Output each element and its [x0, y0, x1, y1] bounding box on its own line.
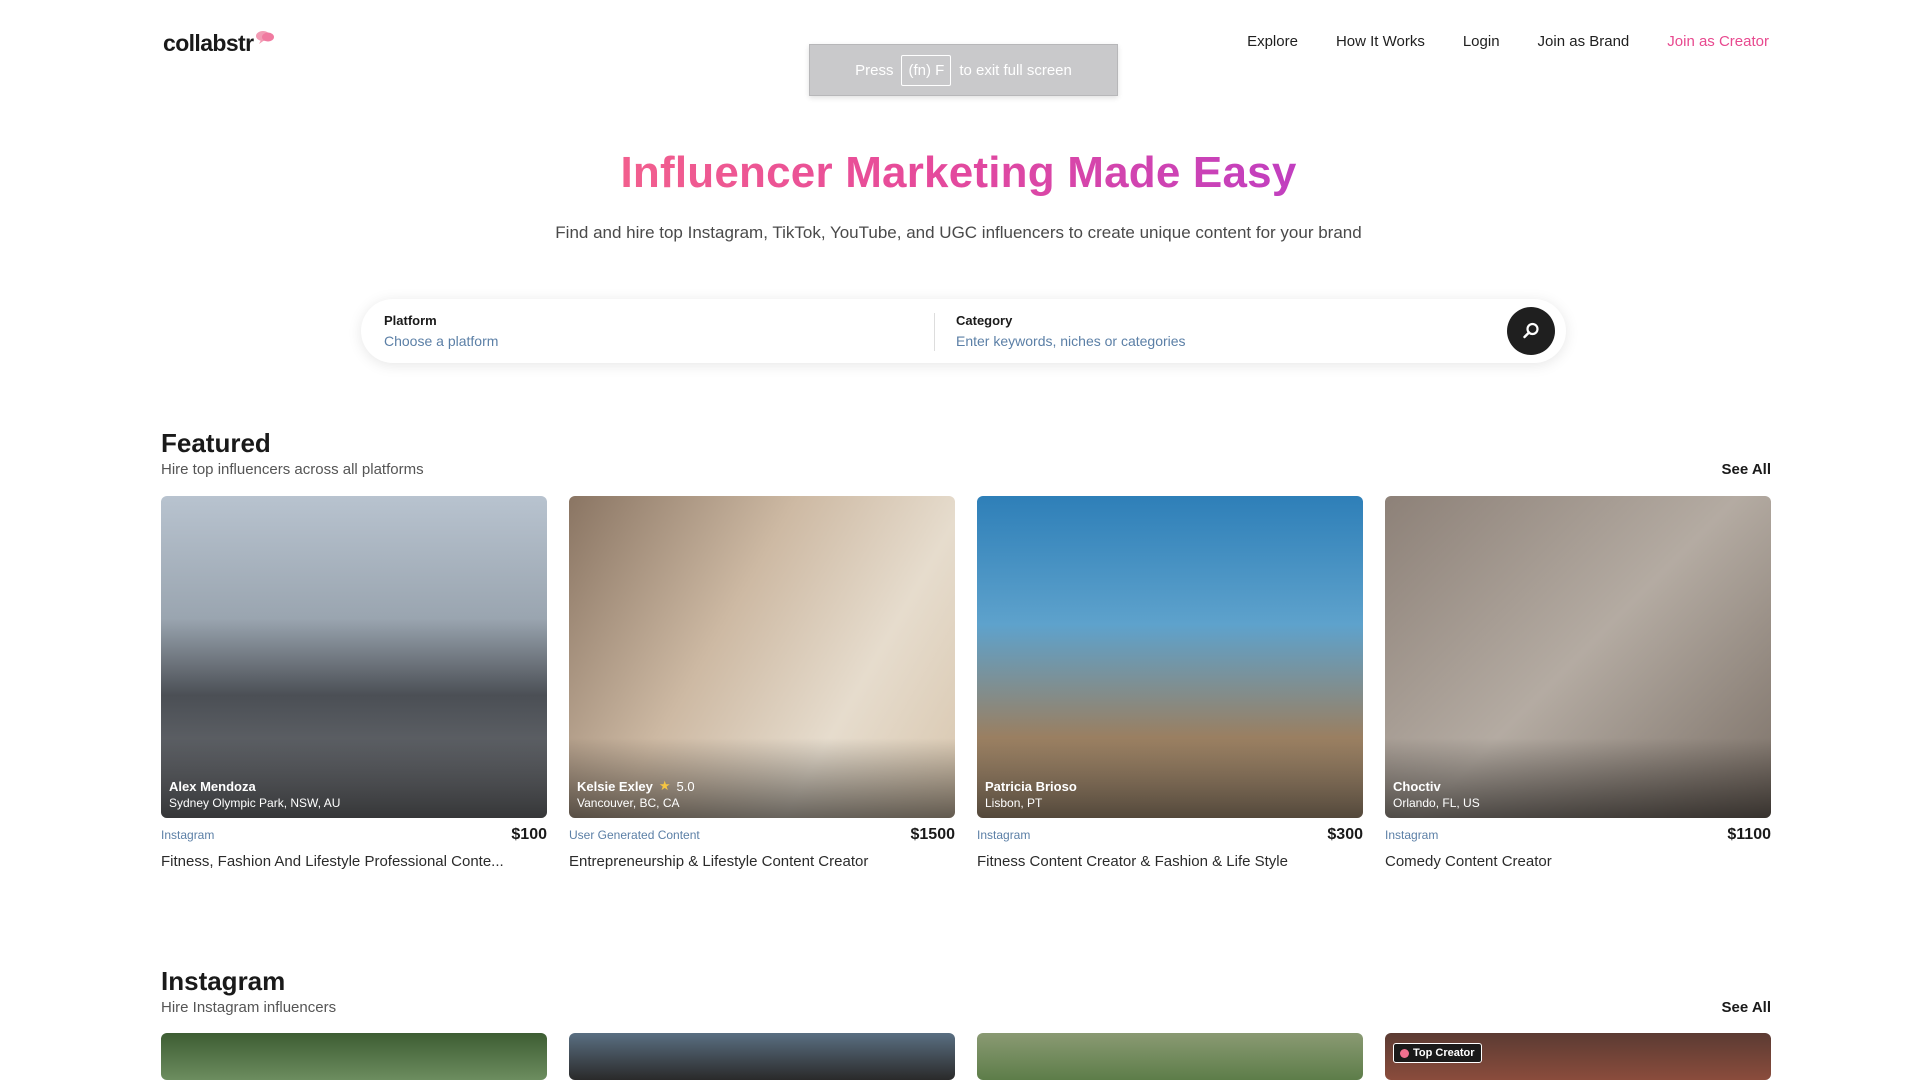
- creator-platform: User Generated Content: [569, 828, 700, 842]
- search-divider: [934, 313, 935, 351]
- creator-platform: Instagram: [977, 828, 1031, 842]
- creator-name: Alex Mendoza: [169, 779, 256, 794]
- creator-name: Patricia Brioso: [985, 779, 1077, 794]
- creator-location: Sydney Olympic Park, NSW, AU: [169, 796, 341, 810]
- creator-photo: Choctiv Orlando, FL, US: [1385, 496, 1771, 818]
- nav-join-as-brand[interactable]: Join as Brand: [1538, 33, 1630, 50]
- creator-card[interactable]: [569, 1033, 955, 1080]
- creator-description: Entrepreneurship & Lifestyle Content Cre…: [569, 853, 869, 870]
- creator-card[interactable]: Patricia Brioso Lisbon, PT Instagram $30…: [977, 496, 1363, 870]
- creator-card[interactable]: Alex Mendoza Sydney Olympic Park, NSW, A…: [161, 496, 547, 870]
- fullscreen-toast: Press (fn) F to exit full screen: [809, 44, 1118, 96]
- nav-how-it-works[interactable]: How It Works: [1336, 33, 1425, 50]
- creator-name: Kelsie Exley ★ 5.0: [577, 778, 695, 794]
- creator-platform: Instagram: [1385, 828, 1439, 842]
- hero-title: Influencer Marketing Made Easy: [620, 148, 1297, 197]
- creator-photo: [977, 1033, 1363, 1080]
- search-bar: Platform Choose a platform Category Ente…: [361, 299, 1566, 363]
- creator-card[interactable]: Kelsie Exley ★ 5.0 Vancouver, BC, CA User…: [569, 496, 955, 870]
- creator-photo: [569, 1033, 955, 1080]
- nav-login[interactable]: Login: [1463, 33, 1500, 50]
- platform-placeholder: Choose a platform: [384, 333, 499, 349]
- creator-location: Vancouver, BC, CA: [577, 796, 680, 810]
- creator-description: Comedy Content Creator: [1385, 853, 1552, 870]
- nav-join-as-creator[interactable]: Join as Creator: [1667, 33, 1769, 50]
- top-creator-badge: Top Creator: [1393, 1043, 1482, 1063]
- badge-icon: [1400, 1048, 1409, 1058]
- creator-photo: [161, 1033, 547, 1080]
- toast-text: to exit full screen: [959, 61, 1072, 79]
- star-icon: ★: [658, 778, 671, 793]
- instagram-title: Instagram: [161, 966, 286, 996]
- chat-bubble-icon: [256, 31, 275, 44]
- logo-wordmark: collabstr: [163, 30, 254, 56]
- platform-label: Platform: [384, 313, 437, 328]
- top-nav: Explore How It Works Login Join as Brand…: [1247, 33, 1769, 50]
- creator-card[interactable]: [977, 1033, 1363, 1080]
- creator-price: $1500: [910, 826, 956, 843]
- creator-photo: Patricia Brioso Lisbon, PT: [977, 496, 1363, 818]
- creator-name: Choctiv: [1393, 779, 1441, 794]
- creator-rating: 5.0: [676, 778, 695, 794]
- hero-subtitle: Find and hire top Instagram, TikTok, You…: [555, 223, 1362, 242]
- creator-price: $1100: [1727, 826, 1771, 843]
- creator-location: Lisbon, PT: [985, 796, 1043, 810]
- category-placeholder: Enter keywords, niches or categories: [956, 333, 1186, 349]
- category-label: Category: [956, 313, 1013, 328]
- platform-field[interactable]: Platform Choose a platform: [384, 313, 498, 349]
- creator-platform: Instagram: [161, 828, 215, 842]
- toast-key: (fn) F: [901, 54, 952, 86]
- featured-title: Featured: [161, 428, 271, 458]
- creator-location: Orlando, FL, US: [1393, 796, 1480, 810]
- category-field[interactable]: Category Enter keywords, niches or categ…: [956, 313, 1186, 349]
- toast-press: Press: [855, 61, 894, 79]
- creator-photo: Alex Mendoza Sydney Olympic Park, NSW, A…: [161, 496, 547, 818]
- creator-photo: Kelsie Exley ★ 5.0 Vancouver, BC, CA: [569, 496, 955, 818]
- creator-price: $300: [1327, 826, 1363, 843]
- creator-card[interactable]: Top Creator: [1385, 1033, 1771, 1080]
- featured-see-all-link[interactable]: See All: [1722, 461, 1771, 478]
- creator-description: Fitness, Fashion And Lifestyle Professio…: [161, 853, 504, 870]
- nav-explore[interactable]: Explore: [1247, 33, 1298, 50]
- instagram-see-all-link[interactable]: See All: [1722, 999, 1771, 1016]
- collabstr-logo[interactable]: collabstr: [163, 30, 275, 57]
- search-button[interactable]: [1507, 307, 1555, 355]
- featured-subtitle: Hire top influencers across all platform…: [161, 461, 424, 478]
- instagram-subtitle: Hire Instagram influencers: [161, 999, 337, 1016]
- creator-photo: Top Creator: [1385, 1033, 1771, 1080]
- creator-price: $100: [511, 826, 547, 843]
- creator-card[interactable]: [161, 1033, 547, 1080]
- creator-card[interactable]: Choctiv Orlando, FL, US Instagram $1100 …: [1385, 496, 1771, 870]
- creator-description: Fitness Content Creator & Fashion & Life…: [977, 853, 1288, 870]
- search-icon: [1523, 322, 1539, 339]
